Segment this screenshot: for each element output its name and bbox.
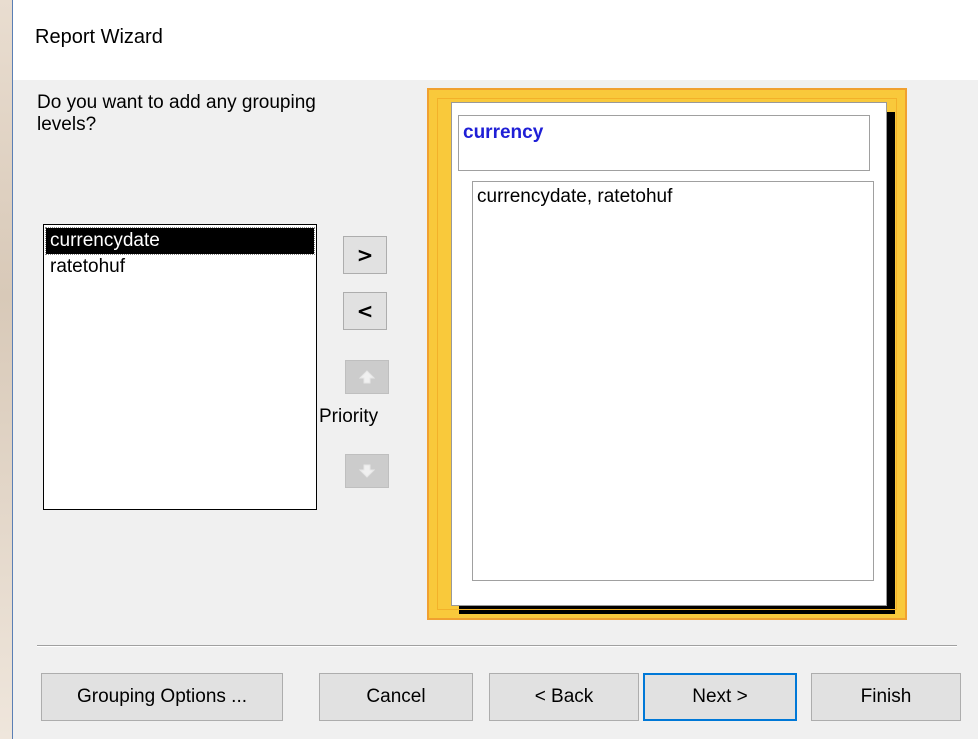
next-button[interactable]: Next > <box>643 673 797 721</box>
priority-down-button <box>345 454 389 488</box>
preview-detail-fields: currencydate, ratetohuf <box>477 186 673 207</box>
finish-label: Finish <box>860 686 912 707</box>
priority-up-button <box>345 360 389 394</box>
grouping-options-label: Grouping Options ... <box>76 686 248 707</box>
cancel-button[interactable]: Cancel <box>319 673 473 721</box>
footer-separator <box>37 645 957 647</box>
add-grouping-button[interactable]: > <box>343 236 387 274</box>
grouping-prompt: Do you want to add any grouping levels? <box>37 92 316 135</box>
back-button[interactable]: < Back <box>489 673 639 721</box>
cancel-label: Cancel <box>366 686 426 707</box>
report-wizard-dialog: Report Wizard Do you want to add any gro… <box>12 0 978 739</box>
arrow-up-icon <box>359 370 375 384</box>
field-item-currencydate[interactable]: currencydate <box>45 227 315 255</box>
background-window <box>0 0 12 739</box>
finish-button[interactable]: Finish <box>811 673 961 721</box>
preview-detail-section: currencydate, ratetohuf <box>472 181 874 581</box>
grouping-options-button[interactable]: Grouping Options ... <box>41 673 283 721</box>
window-title: Report Wizard <box>35 26 163 48</box>
preview-paper: currency currencydate, ratetohuf <box>451 102 887 606</box>
available-fields-list[interactable]: currencydate ratetohuf <box>43 224 317 510</box>
title-bar: Report Wizard <box>13 0 978 80</box>
preview-group-title: currency <box>463 122 544 143</box>
field-item-ratetohuf[interactable]: ratetohuf <box>46 254 314 280</box>
arrow-down-icon <box>359 464 375 478</box>
preview-group-header: currency <box>458 115 870 171</box>
next-label: Next > <box>692 686 748 707</box>
remove-grouping-button[interactable]: < <box>343 292 387 330</box>
back-label: < Back <box>534 686 594 707</box>
grouping-preview: currency currencydate, ratetohuf <box>427 88 907 620</box>
priority-label: Priority <box>319 406 379 427</box>
